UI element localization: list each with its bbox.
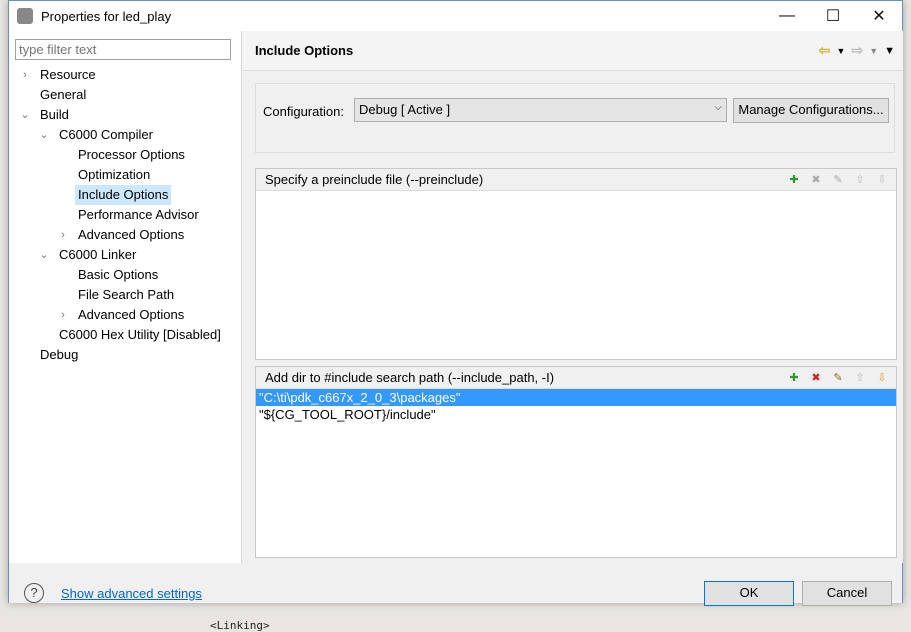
tree-item[interactable]: › Advanced Options — [9, 305, 241, 325]
tree-item-label: File Search Path — [78, 287, 175, 302]
tree-item[interactable]: Debug — [9, 345, 241, 365]
tree-item[interactable]: Include Options — [9, 185, 241, 205]
configuration-value: Debug [ Active ] — [359, 102, 451, 117]
chevron-right-icon[interactable]: › — [57, 305, 69, 325]
tree-item-label: C6000 Linker — [59, 247, 137, 262]
tree-item[interactable]: Performance Advisor — [9, 205, 241, 225]
tree-item[interactable]: Optimization — [9, 165, 241, 185]
add-icon[interactable]: ✚ — [786, 370, 802, 386]
edit-icon[interactable]: ✎ — [830, 172, 846, 188]
tree-item-label: Processor Options — [78, 147, 185, 162]
show-advanced-settings-link[interactable]: Show advanced settings — [61, 586, 202, 601]
maximize-button[interactable]: ☐ — [810, 1, 856, 31]
dialog-footer: ? Show advanced settings OK Cancel — [9, 563, 902, 606]
tree-item[interactable]: File Search Path — [9, 285, 241, 305]
forward-menu-icon[interactable]: ▼ — [869, 46, 878, 56]
preinclude-header: Specify a preinclude file (--preinclude) — [265, 172, 484, 187]
main-panel: Include Options ⇦ ▼ ⇨ ▼ ▼ Configuration:… — [243, 31, 903, 563]
tree-item[interactable]: General — [9, 85, 241, 105]
tree-item[interactable]: ⌄ Build — [9, 105, 241, 125]
chevron-down-icon[interactable]: ⌄ — [19, 105, 31, 125]
help-icon[interactable]: ? — [24, 583, 44, 603]
cancel-button[interactable]: Cancel — [802, 581, 892, 606]
move-down-icon[interactable]: ⇩ — [874, 172, 890, 188]
close-button[interactable]: ✕ — [856, 1, 902, 31]
manage-configurations-button[interactable]: Manage Configurations... — [733, 98, 889, 123]
tree-item[interactable]: Basic Options — [9, 265, 241, 285]
delete-icon[interactable]: ✖ — [808, 370, 824, 386]
move-up-icon[interactable]: ⇧ — [852, 370, 868, 386]
tree-item-label: C6000 Hex Utility [Disabled] — [59, 327, 221, 342]
configuration-label: Configuration: — [263, 104, 344, 119]
chevron-down-icon[interactable]: ⌄ — [38, 125, 50, 145]
tree-item-label: General — [40, 87, 87, 102]
sidebar: › Resource General ⌄ Build ⌄ C6000 Compiler Pro… — [9, 31, 242, 563]
configuration-select[interactable]: Debug [ Active ] ⌵ — [354, 98, 727, 122]
edit-icon[interactable]: ✎ — [830, 370, 846, 386]
view-menu-icon[interactable]: ▼ — [884, 45, 895, 57]
tree-item[interactable]: C6000 Hex Utility [Disabled] — [9, 325, 241, 345]
move-up-icon[interactable]: ⇧ — [852, 172, 868, 188]
tree-item-label: Resource — [40, 67, 96, 82]
list-item[interactable]: "C:\ti\pdk_c667x_2_0_3\packages" — [256, 389, 896, 406]
tree-item[interactable]: ⌄ C6000 Compiler — [9, 125, 241, 145]
tree-item-label: Build — [40, 107, 69, 122]
tree-item-label: Performance Advisor — [78, 207, 199, 222]
tree-item-label: Optimization — [78, 167, 151, 182]
tree-item-label: Debug — [40, 347, 79, 362]
include-path-header: Add dir to #include search path (--inclu… — [265, 370, 555, 385]
configuration-group: Configuration: Debug [ Active ] ⌵ Manage… — [255, 83, 895, 153]
chevron-down-icon: ⌵ — [714, 102, 722, 113]
move-down-icon[interactable]: ⇩ — [874, 370, 890, 386]
back-menu-icon[interactable]: ▼ — [837, 46, 846, 56]
minimize-button[interactable]: — — [764, 1, 810, 31]
background-editor-text: <Linking> — [210, 619, 270, 632]
tree-item[interactable]: › Resource — [9, 65, 241, 85]
tree-item[interactable]: ⌄ C6000 Linker — [9, 245, 241, 265]
include-path-panel: Add dir to #include search path (--inclu… — [255, 366, 897, 558]
tree-item-label: Advanced Options — [78, 307, 185, 322]
chevron-down-icon[interactable]: ⌄ — [38, 245, 50, 265]
filter-input[interactable] — [15, 39, 231, 60]
forward-arrow-icon[interactable]: ⇨ — [851, 42, 863, 59]
chevron-right-icon[interactable]: › — [19, 65, 31, 85]
tree-item-label: Include Options — [75, 185, 172, 205]
page-title: Include Options — [255, 43, 354, 58]
tree-item-label: Basic Options — [78, 267, 159, 282]
app-icon — [17, 8, 33, 24]
preinclude-panel: Specify a preinclude file (--preinclude)… — [255, 168, 897, 360]
tree-item-label: Advanced Options — [78, 227, 185, 242]
delete-icon[interactable]: ✖ — [808, 172, 824, 188]
list-item[interactable]: "${CG_TOOL_ROOT}/include" — [256, 406, 896, 423]
settings-tree: › Resource General ⌄ Build ⌄ C6000 Compiler Pro… — [9, 65, 241, 365]
title-bar: Properties for led_play — ☐ ✕ — [9, 1, 902, 31]
window-title: Properties for led_play — [41, 8, 172, 24]
tree-item[interactable]: › Advanced Options — [9, 225, 241, 245]
tree-item[interactable]: Processor Options — [9, 145, 241, 165]
add-icon[interactable]: ✚ — [786, 172, 802, 188]
back-arrow-icon[interactable]: ⇦ — [819, 42, 831, 59]
ok-button[interactable]: OK — [704, 581, 794, 606]
properties-dialog: Properties for led_play — ☐ ✕ › Resource G… — [8, 0, 903, 606]
tree-item-label: C6000 Compiler — [59, 127, 153, 142]
chevron-right-icon[interactable]: › — [57, 225, 69, 245]
